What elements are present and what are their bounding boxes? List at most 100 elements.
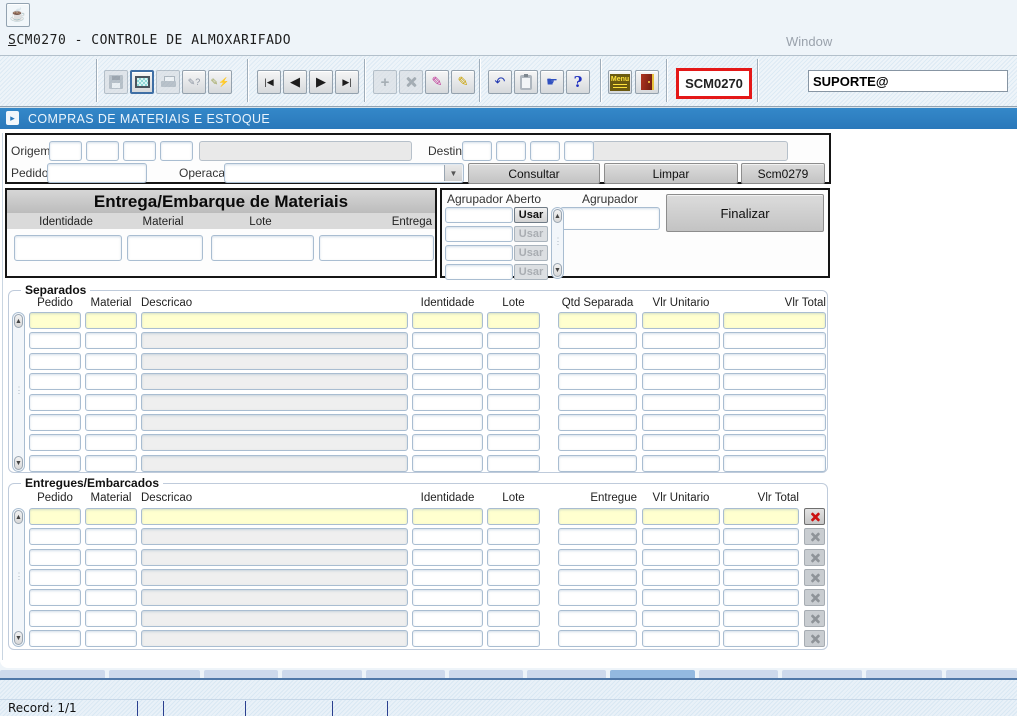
canvas-tab-segment[interactable]: [527, 670, 606, 678]
separados-cell-identidade[interactable]: [412, 394, 483, 411]
separados-cell-vlr-unitario[interactable]: [642, 312, 720, 329]
entregues-cell-descricao[interactable]: [141, 549, 408, 566]
entregues-cell-vlr-total[interactable]: [723, 528, 799, 545]
finalizar-button[interactable]: Finalizar: [666, 194, 824, 232]
canvas-tab-segment[interactable]: [946, 670, 1017, 678]
separados-cell-vlr-unitario[interactable]: [642, 394, 720, 411]
operacao-combobox[interactable]: ▼: [224, 163, 464, 183]
separados-cell-material[interactable]: [85, 353, 137, 370]
separados-cell-qtd-separada[interactable]: [558, 373, 637, 390]
separados-cell-material[interactable]: [85, 414, 137, 431]
separados-cell-qtd-separada[interactable]: [558, 353, 637, 370]
destino-field-4[interactable]: [564, 141, 594, 161]
entregues-cell-material[interactable]: [85, 549, 137, 566]
canvas-tab-segment[interactable]: [366, 670, 445, 678]
scroll-down-icon[interactable]: ▼: [553, 263, 562, 277]
entregues-cell-vlr-total[interactable]: [723, 549, 799, 566]
entregues-cell-vlr-unitario[interactable]: [642, 630, 720, 647]
separados-cell-qtd-separada[interactable]: [558, 312, 637, 329]
canvas-tab-selected[interactable]: [610, 670, 695, 678]
entregues-cell-identidade[interactable]: [412, 630, 483, 647]
entregues-cell-material[interactable]: [85, 630, 137, 647]
scm0279-button[interactable]: Scm0279: [741, 163, 825, 184]
entregues-cell-vlr-unitario[interactable]: [642, 549, 720, 566]
entregues-cell-pedido[interactable]: [29, 569, 81, 586]
origem-field-2[interactable]: [86, 141, 119, 161]
separados-cell-pedido[interactable]: [29, 414, 81, 431]
entregues-cell-material[interactable]: [85, 528, 137, 545]
entregues-cell-lote[interactable]: [487, 569, 540, 586]
separados-cell-pedido[interactable]: [29, 434, 81, 451]
entregues-cell-descricao[interactable]: [141, 508, 408, 525]
separados-cell-identidade[interactable]: [412, 312, 483, 329]
separados-cell-vlr-total[interactable]: [723, 353, 826, 370]
canvas-tab-segment[interactable]: [449, 670, 523, 678]
entregues-cell-descricao[interactable]: [141, 589, 408, 606]
separados-cell-vlr-total[interactable]: [723, 332, 826, 349]
entregues-cell-vlr-unitario[interactable]: [642, 508, 720, 525]
entregues-cell-entregue[interactable]: [558, 610, 637, 627]
separados-cell-descricao[interactable]: [141, 414, 408, 431]
separados-cell-descricao[interactable]: [141, 394, 408, 411]
origem-field-3[interactable]: [123, 141, 156, 161]
entregues-cell-vlr-unitario[interactable]: [642, 528, 720, 545]
origem-field-1[interactable]: [49, 141, 82, 161]
separados-cell-descricao[interactable]: [141, 455, 408, 472]
delete-row-button[interactable]: [804, 508, 825, 525]
separados-cell-vlr-total[interactable]: [723, 312, 826, 329]
entregues-cell-descricao[interactable]: [141, 630, 408, 647]
separados-cell-qtd-separada[interactable]: [558, 455, 637, 472]
separados-cell-vlr-total[interactable]: [723, 373, 826, 390]
separados-cell-material[interactable]: [85, 373, 137, 390]
separados-scrollbar[interactable]: ▲▼⋮: [12, 312, 25, 472]
separados-cell-descricao[interactable]: [141, 312, 408, 329]
entregues-cell-vlr-unitario[interactable]: [642, 589, 720, 606]
entregues-cell-vlr-unitario[interactable]: [642, 610, 720, 627]
agrupador-aberto-field-1[interactable]: [445, 207, 513, 223]
separados-cell-material[interactable]: [85, 434, 137, 451]
entregues-cell-entregue[interactable]: [558, 589, 637, 606]
entregues-cell-pedido[interactable]: [29, 589, 81, 606]
separados-cell-lote[interactable]: [487, 455, 540, 472]
separados-cell-vlr-unitario[interactable]: [642, 353, 720, 370]
destino-field-2[interactable]: [496, 141, 526, 161]
scroll-down-icon[interactable]: ▼: [14, 456, 23, 470]
entregues-cell-vlr-total[interactable]: [723, 630, 799, 647]
entregues-cell-pedido[interactable]: [29, 508, 81, 525]
entregues-cell-lote[interactable]: [487, 528, 540, 545]
separados-cell-lote[interactable]: [487, 414, 540, 431]
separados-cell-pedido[interactable]: [29, 332, 81, 349]
menu-window-item[interactable]: Window: [786, 34, 832, 49]
scroll-up-icon[interactable]: ▲: [14, 510, 23, 524]
separados-cell-identidade[interactable]: [412, 414, 483, 431]
first-record-button[interactable]: |◀: [257, 70, 281, 94]
limpar-button[interactable]: Limpar: [604, 163, 738, 184]
print-button[interactable]: [156, 70, 180, 94]
entregues-cell-lote[interactable]: [487, 508, 540, 525]
separados-cell-vlr-unitario[interactable]: [642, 434, 720, 451]
separados-cell-material[interactable]: [85, 312, 137, 329]
entrega-identidade-field[interactable]: [14, 235, 122, 261]
help-query-button[interactable]: ✎?: [182, 70, 206, 94]
entregues-cell-entregue[interactable]: [558, 528, 637, 545]
entregues-cell-vlr-total[interactable]: [723, 569, 799, 586]
delete-record-button[interactable]: [399, 70, 423, 94]
user-field[interactable]: [808, 70, 1008, 92]
entregues-cell-lote[interactable]: [487, 589, 540, 606]
separados-cell-descricao[interactable]: [141, 373, 408, 390]
separados-cell-vlr-total[interactable]: [723, 434, 826, 451]
entregues-cell-lote[interactable]: [487, 630, 540, 647]
entregues-cell-pedido[interactable]: [29, 549, 81, 566]
separados-cell-pedido[interactable]: [29, 394, 81, 411]
separados-cell-vlr-total[interactable]: [723, 455, 826, 472]
separados-cell-identidade[interactable]: [412, 332, 483, 349]
entregues-cell-pedido[interactable]: [29, 528, 81, 545]
scroll-down-icon[interactable]: ▼: [14, 631, 23, 645]
scroll-up-icon[interactable]: ▲: [553, 209, 562, 223]
separados-cell-vlr-unitario[interactable]: [642, 373, 720, 390]
entregues-cell-descricao[interactable]: [141, 528, 408, 545]
entregues-cell-vlr-total[interactable]: [723, 508, 799, 525]
agrupador-scrollbar[interactable]: ▲▼⋮: [551, 207, 564, 279]
entregues-cell-identidade[interactable]: [412, 508, 483, 525]
separados-cell-descricao[interactable]: [141, 434, 408, 451]
